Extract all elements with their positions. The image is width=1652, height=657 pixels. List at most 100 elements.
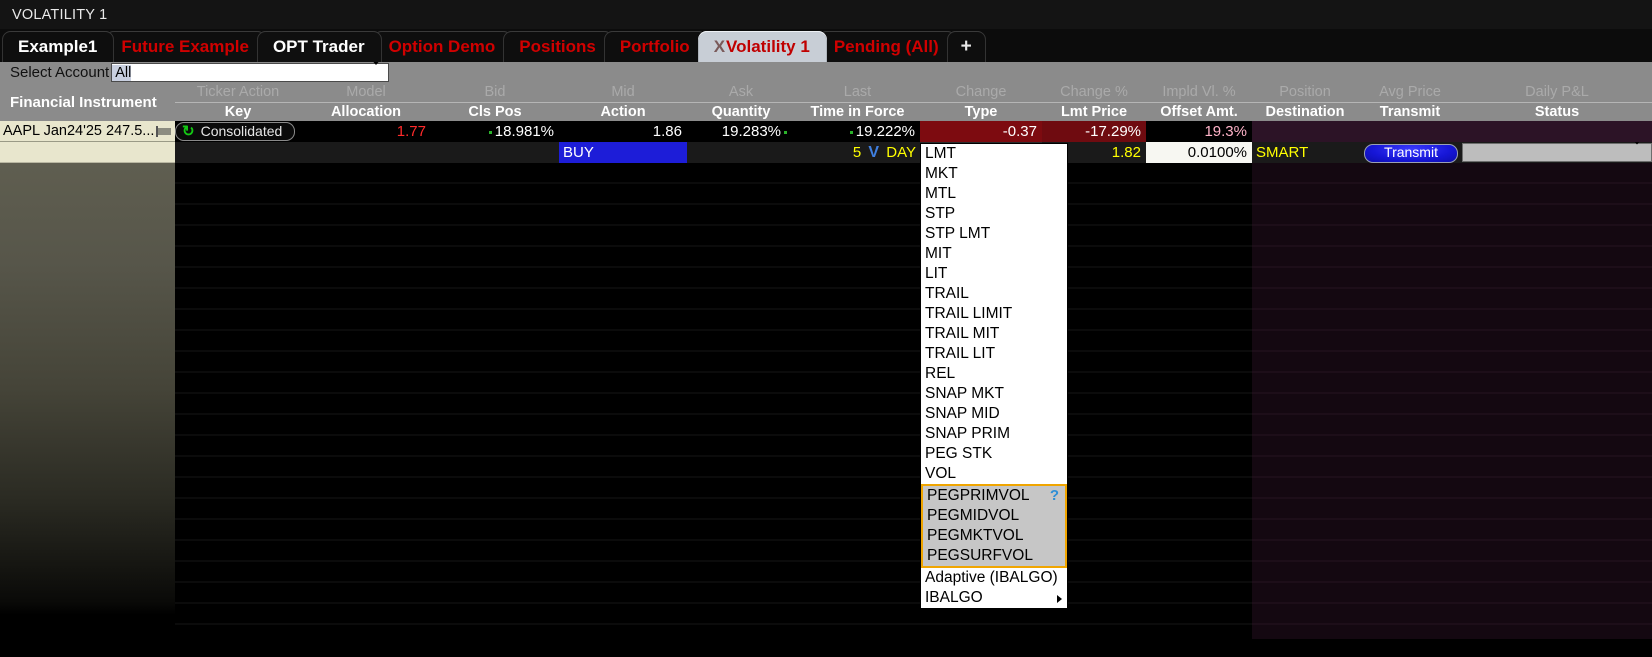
column-header-lmt-price[interactable]: Change % Lmt Price (1042, 83, 1146, 122)
daily-pnl-value (1462, 121, 1652, 142)
tab-positions[interactable]: Positions (503, 31, 613, 62)
tab-label: Pending (All) (833, 36, 939, 56)
column-header-top-label: Last (795, 83, 920, 103)
add-tab-button[interactable]: + (946, 31, 986, 62)
instrument-label: AAPL Jan24'25 247.5... (3, 122, 155, 139)
menu-item-pegprimvol[interactable]: PEGPRIMVOL? (923, 486, 1065, 506)
mid-value: 1.86 (652, 123, 682, 140)
menu-item-vol[interactable]: VOL (921, 464, 1067, 484)
column-header-bottom-label: Quantity (711, 104, 771, 120)
menu-item-stp[interactable]: STP (921, 204, 1067, 224)
menu-item-pegmidvol[interactable]: PEGMIDVOL (923, 506, 1065, 526)
chevron-right-icon (1057, 595, 1062, 603)
menu-item-trail-mit[interactable]: TRAIL MIT (921, 324, 1067, 344)
menu-item-adaptive-ibalgo[interactable]: Adaptive (IBALGO) (921, 568, 1067, 588)
column-header-transmit[interactable]: Avg Price Transmit (1358, 83, 1462, 122)
menu-item-trail[interactable]: TRAIL (921, 284, 1067, 304)
column-header-financial-instrument[interactable]: Financial Instrument (0, 83, 175, 121)
tab-label: Example1 (18, 36, 98, 56)
market-data-row: AAPL Jan24'25 247.5... ↻ Consolidated 1.… (0, 121, 1652, 142)
column-header-key[interactable]: Ticker Action Key (175, 83, 301, 122)
order-type-menu-bottom-group: Adaptive (IBALGO) IBALGO (921, 568, 1067, 608)
column-header-time-in-force[interactable]: Last Time in Force (795, 83, 920, 122)
menu-item-mkt[interactable]: MKT (921, 164, 1067, 184)
tab-option-demo[interactable]: Option Demo (372, 31, 513, 62)
time-in-force-cell[interactable]: 5 V DAY (795, 142, 920, 163)
tab-label: Portfolio (619, 36, 690, 56)
change-value: -0.37 (920, 121, 1042, 142)
tab-future-example[interactable]: Future Example (105, 31, 266, 62)
column-header-top-label: Ticker Action (175, 83, 301, 103)
menu-item-label: PEGMIDVOL (927, 507, 1020, 524)
menu-item-lit[interactable]: LIT (921, 264, 1067, 284)
transmit-label: Transmit (1384, 144, 1438, 160)
menu-item-mit[interactable]: MIT (921, 244, 1067, 264)
column-header-action[interactable]: Mid Action (559, 83, 687, 122)
action-label: BUY (563, 144, 594, 161)
column-header-bottom-label: Type (964, 104, 998, 120)
account-select[interactable]: All (111, 57, 390, 82)
bid-label: 18.981% (494, 123, 554, 140)
offset-amt-value[interactable]: 0.0100% (1146, 142, 1252, 163)
menu-item-stp-lmt[interactable]: STP LMT (921, 224, 1067, 244)
tab-pending-all[interactable]: Pending (All) (817, 31, 956, 62)
consolidated-pill[interactable]: ↻ Consolidated (175, 122, 296, 141)
window-title-bar: VOLATILITY 1 (0, 0, 1652, 29)
instrument-cell[interactable]: AAPL Jan24'25 247.5... (0, 121, 175, 142)
column-header-bottom-label: Transmit (1379, 104, 1441, 120)
grid-left-gradient (0, 163, 175, 615)
refresh-icon: ↻ (182, 123, 195, 140)
order-instrument-cell[interactable] (0, 142, 175, 163)
column-header-cls-pos[interactable]: Bid Cls Pos (431, 83, 559, 122)
order-cls-pos-cell[interactable] (431, 142, 559, 163)
destination-value[interactable]: SMART (1252, 142, 1358, 163)
status-select[interactable] (1462, 142, 1652, 162)
column-header-type[interactable]: Change Type (920, 83, 1042, 122)
menu-item-pegsurfvol[interactable]: PEGSURFVOL (923, 546, 1065, 566)
menu-item-snap-prim[interactable]: SNAP PRIM (921, 424, 1067, 444)
column-header-offset-amt[interactable]: Impld Vl. % Offset Amt. (1146, 83, 1252, 122)
note-icon[interactable] (156, 125, 171, 137)
menu-item-mtl[interactable]: MTL (921, 184, 1067, 204)
action-cell[interactable]: BUY (559, 142, 687, 163)
transmit-button[interactable]: Transmit (1364, 144, 1458, 163)
column-header-destination[interactable]: Position Destination (1252, 83, 1358, 122)
menu-item-peg-stk[interactable]: PEG STK (921, 444, 1067, 464)
column-header-status[interactable]: Daily P&L Status (1462, 83, 1652, 122)
column-header-label: Financial Instrument (10, 93, 157, 111)
order-allocation-cell[interactable] (301, 142, 431, 163)
menu-item-ibalgo[interactable]: IBALGO (921, 588, 1067, 608)
menu-item-pegmktvol[interactable]: PEGMKTVOL (923, 526, 1065, 546)
tab-opt-trader[interactable]: OPT Trader (256, 31, 382, 62)
tab-example1[interactable]: Example1 (2, 31, 115, 62)
column-header-bottom-label: Allocation (330, 104, 402, 120)
chevron-down-icon (370, 57, 383, 81)
column-header-bottom-label: Action (600, 104, 646, 120)
tab-volatility-1[interactable]: X Volatility 1 (697, 31, 827, 62)
order-grid: AAPL Jan24'25 247.5... ↻ Consolidated 1.… (0, 121, 1652, 639)
menu-item-snap-mkt[interactable]: SNAP MKT (921, 384, 1067, 404)
order-entry-row: BUY 5 V DAY PEGPRIMVOL 1.82 0.0100% SMAR… (0, 142, 1652, 163)
menu-item-rel[interactable]: REL (921, 364, 1067, 384)
menu-item-trail-limit[interactable]: TRAIL LIMIT (921, 304, 1067, 324)
menu-item-label: PEGSURFVOL (927, 547, 1033, 564)
menu-item-lmt[interactable]: LMT (921, 144, 1067, 164)
quantity-cell[interactable] (687, 142, 795, 163)
help-question-icon[interactable]: ? (1050, 486, 1059, 506)
tick-up-dot-icon (784, 130, 787, 134)
status-cell (1462, 142, 1652, 163)
ticker-key-label: Consolidated (200, 123, 283, 139)
ticker-key-cell[interactable]: ↻ Consolidated (175, 121, 301, 142)
close-icon[interactable]: X (714, 37, 725, 57)
column-header-allocation[interactable]: Model Allocation (301, 83, 431, 122)
order-type-menu-top-group: LMT MKT MTL STP STP LMT MIT LIT TRAIL TRAIL LIMI… (921, 144, 1067, 484)
menu-item-snap-mid[interactable]: SNAP MID (921, 404, 1067, 424)
grid-background-plum (1252, 163, 1652, 639)
last-label: 19.222% (855, 123, 915, 140)
column-header-top-label: Model (301, 83, 431, 103)
menu-item-trail-lit[interactable]: TRAIL LIT (921, 344, 1067, 364)
column-header-quantity[interactable]: Ask Quantity (687, 83, 795, 122)
tab-portfolio[interactable]: Portfolio (603, 31, 707, 62)
ask-label: 19.283% (721, 123, 781, 140)
order-key-cell[interactable] (175, 142, 301, 163)
